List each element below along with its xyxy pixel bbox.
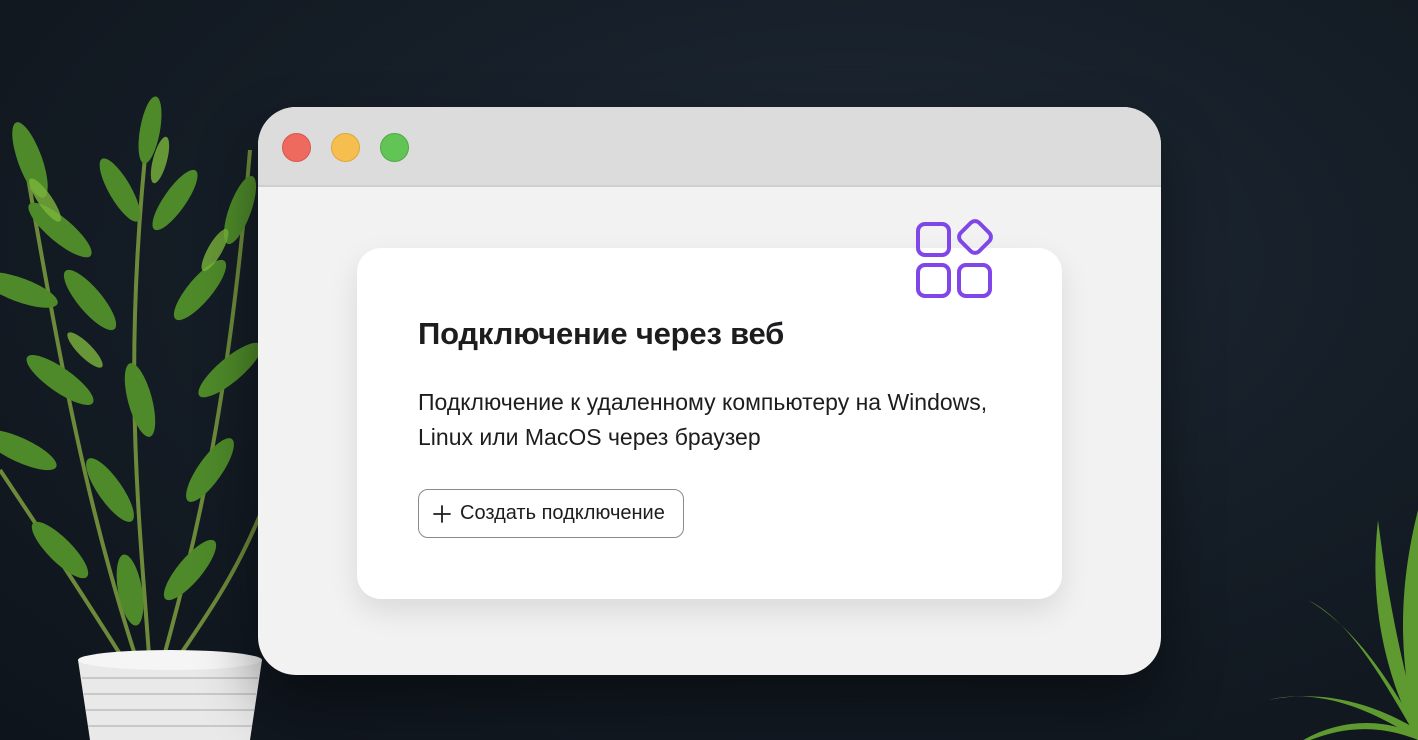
card-title: Подключение через веб [418,316,785,351]
minimize-window-button[interactable] [331,133,360,162]
window-titlebar [258,107,1161,187]
web-connection-card: Подключение через веб Подключение к удал… [357,248,1062,599]
plant-decoration-left [0,96,272,740]
create-connection-label: Создать подключение [460,502,665,524]
maximize-window-button[interactable] [380,133,409,162]
create-connection-button[interactable]: Создать подключение [418,489,684,538]
plant-decoration-right [1268,510,1418,740]
browser-window: Подключение через веб Подключение к удал… [258,107,1161,675]
close-window-button[interactable] [282,133,311,162]
card-description: Подключение к удаленному компьютеру на W… [418,389,988,450]
apps-grid-icon [916,219,993,298]
plus-icon [433,504,451,523]
